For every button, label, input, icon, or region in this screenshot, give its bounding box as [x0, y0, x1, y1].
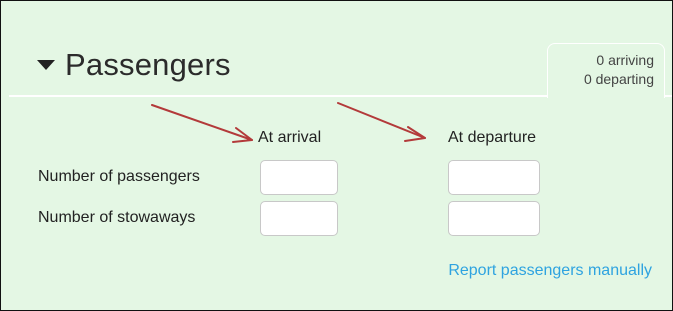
departure-column-header: At departure	[448, 129, 537, 146]
section-title: Passengers	[65, 46, 231, 82]
departure-passengers-input[interactable]	[448, 160, 540, 195]
passengers-row-label: Number of passengers	[38, 168, 200, 185]
caret-down-icon	[37, 60, 55, 70]
arrival-column-header: At arrival	[258, 129, 322, 146]
passenger-summary-tab[interactable]: 0 arriving 0 departing	[547, 43, 665, 98]
arrival-stowaways-input[interactable]	[260, 201, 338, 236]
arrival-passengers-input[interactable]	[260, 160, 338, 195]
stowaways-row-label: Number of stowaways	[38, 209, 196, 226]
report-passengers-manually-link[interactable]: Report passengers manually	[448, 262, 652, 280]
departure-stowaways-input[interactable]	[448, 201, 540, 236]
passengers-panel: Passengers 0 arriving 0 departing At arr…	[0, 0, 673, 311]
departing-count: 0 departing	[583, 71, 654, 87]
arriving-count: 0 arriving	[596, 52, 654, 68]
passengers-section-toggle[interactable]: Passengers	[37, 41, 231, 87]
